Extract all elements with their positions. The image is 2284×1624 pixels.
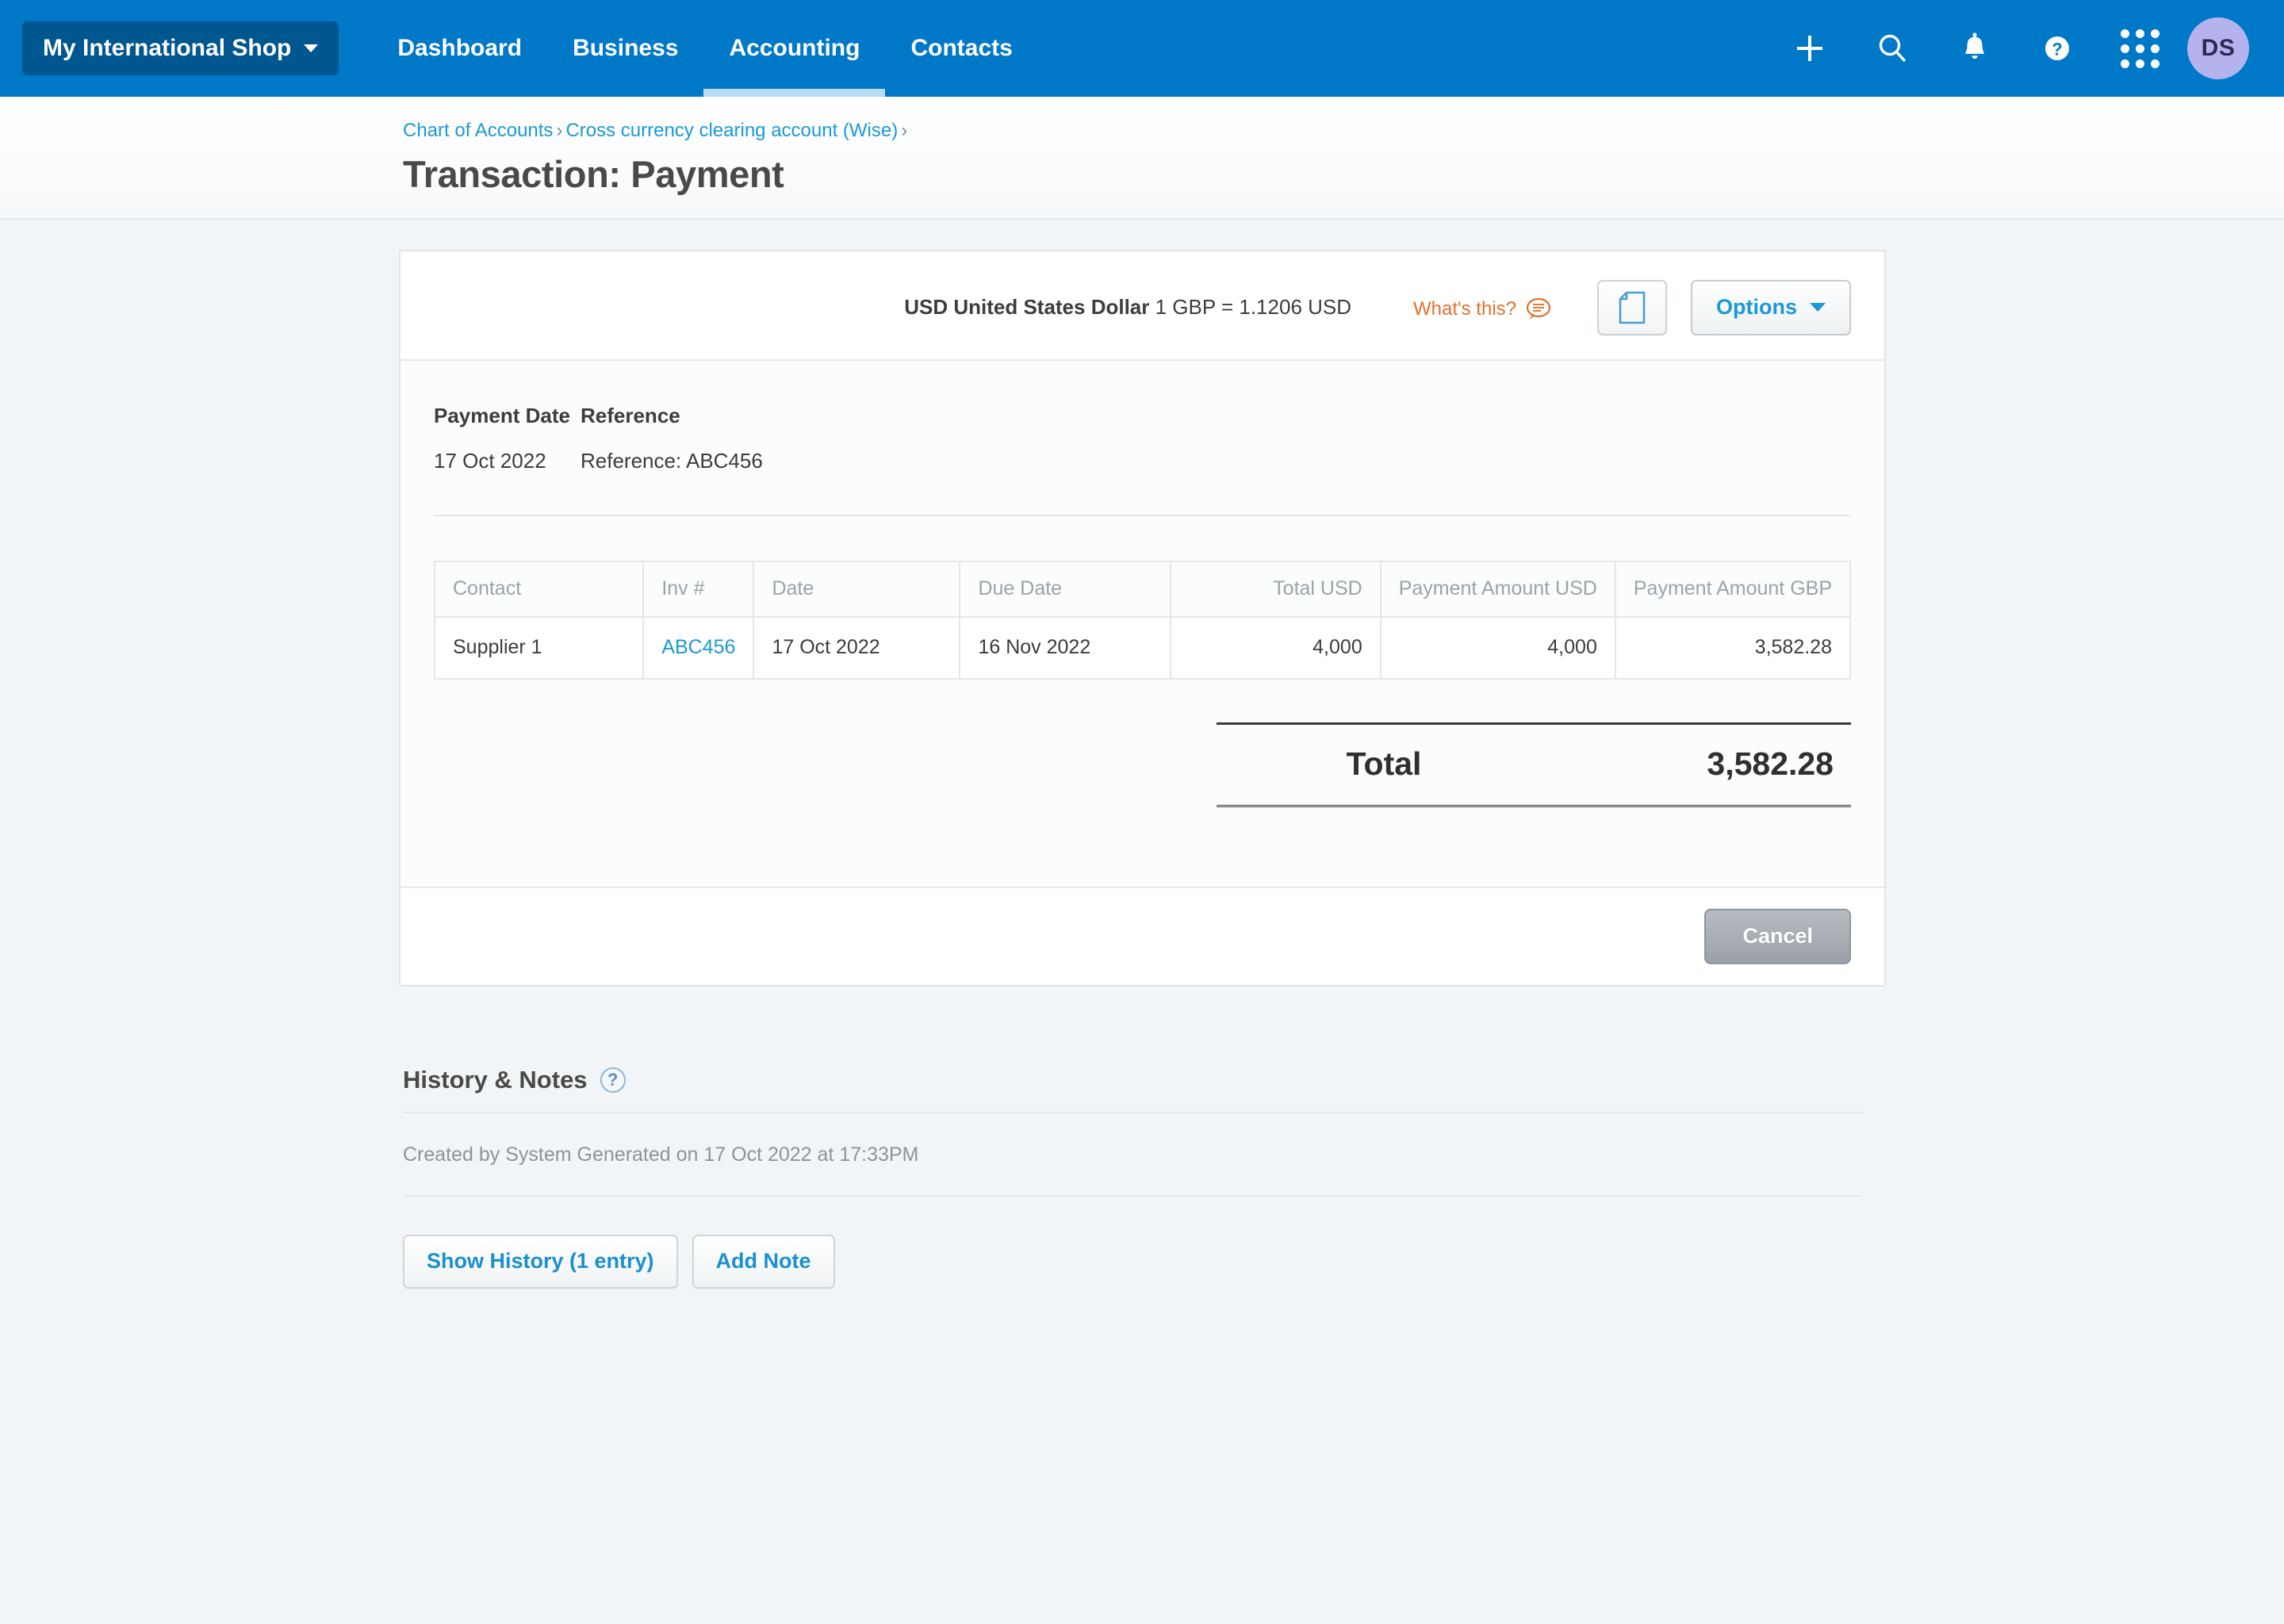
column-header-total-usd: Total USD <box>1169 560 1382 618</box>
add-note-label: Add Note <box>715 1249 811 1274</box>
organisation-selector[interactable]: My International Shop <box>22 21 339 75</box>
invoice-link[interactable]: ABC456 <box>661 636 735 658</box>
plus-icon <box>1797 36 1822 61</box>
payment-meta-labels: Payment Date Reference <box>434 404 1851 428</box>
add-note-button[interactable]: Add Note <box>692 1234 835 1289</box>
nav-item-dashboard[interactable]: Dashboard <box>372 0 547 97</box>
column-header-invoice: Inv # <box>642 560 755 618</box>
breadcrumb-link-clearing-account[interactable]: Cross currency clearing account (Wise) <box>565 120 898 141</box>
nav-label: Contacts <box>910 35 1013 61</box>
cell-contact: Supplier 1 <box>433 615 645 680</box>
options-label: Options <box>1716 295 1797 320</box>
user-avatar[interactable]: DS <box>2187 17 2249 79</box>
line-items-section: Contact Inv # Date Due Date Total USD Pa… <box>433 516 1852 887</box>
nav-icon-group: ? DS <box>1769 7 2249 90</box>
show-history-label: Show History (1 entry) <box>427 1249 654 1274</box>
breadcrumb-separator: › <box>556 120 563 141</box>
nav-label: Business <box>573 35 679 61</box>
nav-item-contacts[interactable]: Contacts <box>885 0 1037 97</box>
table-head: Contact Inv # Date Due Date Total USD Pa… <box>433 560 1852 618</box>
breadcrumb: Chart of Accounts › Cross currency clearin… <box>403 117 2284 144</box>
line-items-table: Contact Inv # Date Due Date Total USD Pa… <box>433 560 1852 680</box>
history-actions: Show History (1 entry) Add Note <box>403 1197 1862 1289</box>
total-label: Total <box>1346 745 1422 782</box>
column-header-date: Date <box>753 560 961 618</box>
payment-date-label: Payment Date <box>434 403 570 427</box>
table-header-row: Contact Inv # Date Due Date Total USD Pa… <box>433 560 1852 618</box>
cell-payment-amount-gbp: 3,582.28 <box>1614 615 1852 680</box>
organisation-name: My International Shop <box>43 35 292 61</box>
whats-this-link[interactable]: What's this? <box>1413 280 1551 321</box>
payment-date-value: 17 Oct 2022 <box>434 448 546 473</box>
cell-total-usd: 4,000 <box>1169 615 1382 680</box>
whats-this-label: What's this? <box>1413 297 1516 320</box>
history-entry: Created by System Generated on 17 Oct 20… <box>403 1113 1862 1197</box>
exchange-rate: 1 GBP = 1.1206 USD <box>1155 294 1352 319</box>
svg-text:?: ? <box>2052 40 2062 59</box>
nav-label: Accounting <box>729 35 860 61</box>
apps-menu-button[interactable] <box>2098 7 2181 90</box>
column-header-payment-amount-usd: Payment Amount USD <box>1379 560 1616 618</box>
chevron-down-icon <box>304 44 319 52</box>
column-header-payment-amount-gbp: Payment Amount GBP <box>1614 560 1852 618</box>
currency-info: USD United States Dollar 1 GBP = 1.1206 … <box>904 280 1351 320</box>
reference-value: Reference: ABC456 <box>581 448 763 473</box>
apps-grid-icon <box>2120 29 2159 68</box>
cancel-label: Cancel <box>1742 924 1813 948</box>
history-title-row: History & Notes ? <box>403 1066 1862 1112</box>
nav-label: Dashboard <box>397 35 523 61</box>
help-icon: ? <box>2045 36 2069 60</box>
cell-date: 17 Oct 2022 <box>753 615 961 680</box>
transaction-card: USD United States Dollar 1 GBP = 1.1206 … <box>399 249 1886 986</box>
table-row: Supplier 1 ABC456 17 Oct 2022 16 Nov 202… <box>433 615 1852 680</box>
payment-meta-values: 17 Oct 2022 Reference: ABC456 <box>434 449 1851 473</box>
notifications-button[interactable] <box>1933 7 2016 90</box>
show-history-button[interactable]: Show History (1 entry) <box>403 1234 678 1289</box>
primary-nav: Dashboard Business Accounting Contacts <box>372 0 1037 97</box>
avatar-initials: DS <box>2201 35 2236 61</box>
add-new-button[interactable] <box>1769 7 1851 90</box>
speech-bubble-icon <box>1526 297 1551 320</box>
currency-name: USD United States Dollar <box>904 294 1150 319</box>
cell-payment-amount-usd: 4,000 <box>1379 615 1616 680</box>
history-and-notes-section: History & Notes ? Created by System Gene… <box>403 986 1862 1289</box>
options-button[interactable]: Options <box>1691 279 1851 335</box>
search-button[interactable] <box>1851 7 1933 90</box>
column-header-contact: Contact <box>433 560 645 618</box>
nav-item-accounting[interactable]: Accounting <box>703 0 886 97</box>
card-body: Payment Date Reference 17 Oct 2022 Refer… <box>400 358 1884 887</box>
history-title: History & Notes <box>403 1065 588 1094</box>
card-toolbar: USD United States Dollar 1 GBP = 1.1206 … <box>400 251 1884 359</box>
total-value: 3,582.28 <box>1707 745 1834 782</box>
help-button[interactable]: ? <box>2016 7 2098 90</box>
breadcrumb-separator: › <box>901 120 908 141</box>
help-icon-glyph: ? <box>607 1069 619 1090</box>
totals-section: Total 3,582.28 <box>434 722 1851 807</box>
total-row: Total 3,582.28 <box>1217 722 1851 807</box>
bell-icon <box>1965 33 1984 59</box>
reference-label: Reference <box>581 403 680 427</box>
search-icon <box>1879 34 1906 62</box>
page-header: Chart of Accounts › Cross currency clearin… <box>0 97 2284 220</box>
cancel-button[interactable]: Cancel <box>1704 908 1851 964</box>
table-body: Supplier 1 ABC456 17 Oct 2022 16 Nov 202… <box>433 615 1852 680</box>
top-navigation-bar: My International Shop Dashboard Business… <box>0 0 2284 97</box>
main-content: USD United States Dollar 1 GBP = 1.1206 … <box>0 220 2284 1289</box>
document-icon <box>1619 291 1646 324</box>
cell-due-date: 16 Nov 2022 <box>959 615 1171 680</box>
chevron-down-icon <box>1810 303 1826 312</box>
breadcrumb-link-chart-of-accounts[interactable]: Chart of Accounts <box>403 120 553 141</box>
help-icon[interactable]: ? <box>600 1067 626 1093</box>
page-title: Transaction: Payment <box>403 152 784 195</box>
nav-item-business[interactable]: Business <box>547 0 703 97</box>
attach-file-button[interactable] <box>1597 279 1667 335</box>
column-header-due-date: Due Date <box>959 560 1171 618</box>
cell-invoice: ABC456 <box>642 615 755 680</box>
card-footer: Cancel <box>400 886 1884 985</box>
